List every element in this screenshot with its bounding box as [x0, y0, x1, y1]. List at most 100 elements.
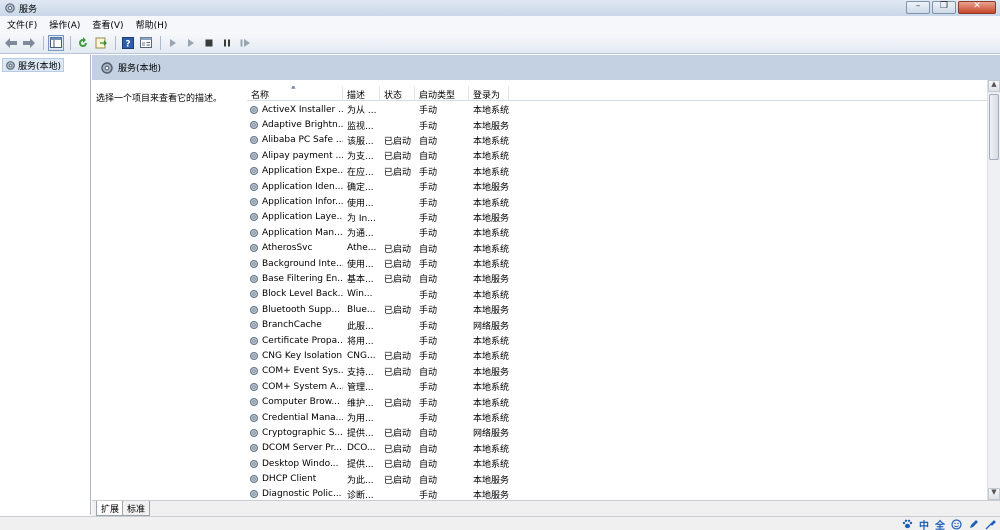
- service-name: Computer Brow...: [262, 397, 340, 408]
- column-header-status[interactable]: 状态: [380, 86, 415, 101]
- menu-help[interactable]: 帮助(H): [136, 18, 168, 31]
- service-logon-as: 本地系统: [473, 398, 510, 409]
- table-row[interactable]: ActiveX Installer ... 为从 ... 手动 本地系统: [247, 102, 987, 117]
- service-name: Application Infor...: [262, 197, 343, 208]
- service-logon-as: 网络服务: [473, 321, 510, 332]
- table-row[interactable]: Cryptographic S... 提供... 已启动 自动 网络服务: [247, 425, 987, 440]
- close-button[interactable]: ✕: [958, 1, 996, 14]
- table-row[interactable]: AtherosSvc Athe... 已启动 自动 本地系统: [247, 241, 987, 256]
- scroll-up-button[interactable]: ▲: [988, 80, 1000, 92]
- table-row[interactable]: Background Inte... 使用... 已启动 手动 本地系统: [247, 256, 987, 271]
- table-row[interactable]: BranchCache 此服... 手动 网络服务: [247, 317, 987, 332]
- scroll-down-button[interactable]: ▼: [988, 488, 1000, 500]
- table-row[interactable]: DHCP Client 为此... 已启动 自动 本地服务: [247, 471, 987, 486]
- table-row[interactable]: Adaptive Brightn... 监视... 手动 本地服务: [247, 117, 987, 132]
- table-row[interactable]: CNG Key Isolation CNG... 已启动 手动 本地系统: [247, 348, 987, 363]
- service-description: 为 In...: [347, 213, 376, 224]
- column-header-filler: [509, 86, 987, 101]
- ime-language-toggle[interactable]: 中: [919, 517, 929, 530]
- column-header-logon-as[interactable]: 登录为: [469, 86, 509, 101]
- service-startup-type: 手动: [419, 106, 438, 117]
- tab-standard[interactable]: 标准: [122, 501, 151, 516]
- service-description: 使用...: [347, 198, 374, 209]
- show-console-tree-button[interactable]: [48, 34, 64, 51]
- sort-ascending-icon: ▲: [291, 86, 296, 90]
- stop-service-button[interactable]: [201, 35, 217, 51]
- service-startup-type: 手动: [419, 260, 438, 271]
- emoji-icon[interactable]: [951, 518, 962, 530]
- settings-icon[interactable]: [985, 519, 996, 530]
- table-row[interactable]: Computer Brow... 维护... 已启动 手动 本地系统: [247, 394, 987, 409]
- service-description: 此服...: [347, 321, 374, 332]
- table-row[interactable]: Application Expe... 在应... 已启动 手动 本地系统: [247, 164, 987, 179]
- chevron-down-icon: ▼: [991, 488, 997, 496]
- scroll-thumb[interactable]: [989, 94, 999, 160]
- pen-icon[interactable]: [968, 519, 979, 530]
- service-name: CNG Key Isolation: [262, 350, 343, 361]
- ime-width-toggle[interactable]: 全: [935, 517, 945, 530]
- column-header-name[interactable]: 名称 ▲: [247, 86, 343, 101]
- pause-service-button[interactable]: [219, 35, 235, 51]
- service-description: 为用...: [347, 414, 374, 424]
- menu-file[interactable]: 文件(F): [7, 18, 37, 31]
- start-service-alt-button[interactable]: [183, 35, 199, 51]
- table-row[interactable]: Block Level Back... Win... 手动 本地系统: [247, 287, 987, 302]
- help-button[interactable]: ?: [120, 35, 136, 51]
- service-name-cell: Application Laye...: [247, 212, 343, 222]
- back-button[interactable]: [3, 35, 19, 51]
- table-row[interactable]: Certificate Propa... 将用... 手动 本地系统: [247, 333, 987, 348]
- table-row[interactable]: Diagnostic Polic... 诊断... 手动 本地服务: [247, 487, 987, 500]
- menu-action[interactable]: 操作(A): [49, 18, 80, 31]
- service-name: Bluetooth Supp...: [262, 304, 340, 315]
- service-description: Athe...: [347, 243, 377, 254]
- refresh-button[interactable]: [75, 35, 91, 51]
- export-list-button[interactable]: [93, 35, 109, 51]
- tree-item-services-local[interactable]: 服务(本地): [2, 58, 65, 72]
- table-row[interactable]: DCOM Server Pr... DCO... 已启动 自动 本地系统: [247, 441, 987, 456]
- service-gear-icon: [249, 105, 259, 115]
- service-name-cell: Bluetooth Supp...: [247, 305, 343, 315]
- restart-service-button[interactable]: [237, 35, 253, 51]
- refresh-icon: [79, 36, 87, 47]
- menu-view[interactable]: 查看(V): [92, 18, 123, 31]
- service-startup-type: 手动: [419, 229, 438, 240]
- service-startup-type: 自动: [419, 244, 438, 255]
- table-row[interactable]: Credential Mana... 为用... 手动 本地系统: [247, 410, 987, 425]
- table-row[interactable]: Alipay payment ... 为支... 已启动 自动 本地系统: [247, 148, 987, 163]
- service-name-cell: COM+ System A...: [247, 382, 343, 392]
- back-arrow-icon: [5, 37, 17, 48]
- toolbar-separator: [160, 35, 161, 50]
- maximize-button[interactable]: ❐: [932, 1, 956, 14]
- service-startup-type: 自动: [419, 429, 438, 440]
- service-name: Alibaba PC Safe ...: [262, 135, 343, 146]
- table-row[interactable]: Application Laye... 为 In... 手动 本地服务: [247, 210, 987, 225]
- table-row[interactable]: Desktop Windo... 提供... 已启动 自动 本地系统: [247, 456, 987, 471]
- service-logon-as: 本地服务: [473, 213, 510, 224]
- service-startup-type: 自动: [419, 136, 438, 147]
- service-logon-as: 本地系统: [473, 136, 510, 147]
- minimize-button[interactable]: –: [906, 1, 930, 14]
- table-row[interactable]: Bluetooth Supp... Blue... 已启动 手动 本地服务: [247, 302, 987, 317]
- start-service-button[interactable]: [165, 35, 181, 51]
- service-logon-as: 网络服务: [473, 429, 510, 440]
- vertical-scrollbar[interactable]: ▲ ▼: [987, 80, 1000, 500]
- properties-button[interactable]: [138, 35, 154, 51]
- table-row[interactable]: Application Infor... 使用... 手动 本地系统: [247, 194, 987, 209]
- table-row[interactable]: Application Man... 为通... 手动 本地系统: [247, 225, 987, 240]
- forward-button[interactable]: [21, 35, 37, 51]
- service-gear-icon: [249, 382, 259, 392]
- start-alt-icon: [188, 38, 194, 47]
- start-icon: [170, 38, 176, 47]
- table-row[interactable]: Application Iden... 确定... 手动 本地服务: [247, 179, 987, 194]
- service-name-cell: Base Filtering En...: [247, 274, 343, 284]
- column-header-description[interactable]: 描述: [343, 86, 380, 101]
- tab-extended[interactable]: 扩展: [96, 501, 125, 516]
- column-header-startup-type[interactable]: 启动类型: [415, 86, 469, 101]
- column-label: 状态: [384, 91, 403, 101]
- table-row[interactable]: COM+ System A... 管理... 手动 本地系统: [247, 379, 987, 394]
- service-startup-type: 自动: [419, 367, 438, 378]
- ime-paw-icon[interactable]: [902, 519, 913, 529]
- table-row[interactable]: COM+ Event Sys... 支持... 已启动 自动 本地服务: [247, 364, 987, 379]
- table-row[interactable]: Alibaba PC Safe ... 该服... 已启动 自动 本地系统: [247, 133, 987, 148]
- table-row[interactable]: Base Filtering En... 基本... 已启动 自动 本地服务: [247, 271, 987, 286]
